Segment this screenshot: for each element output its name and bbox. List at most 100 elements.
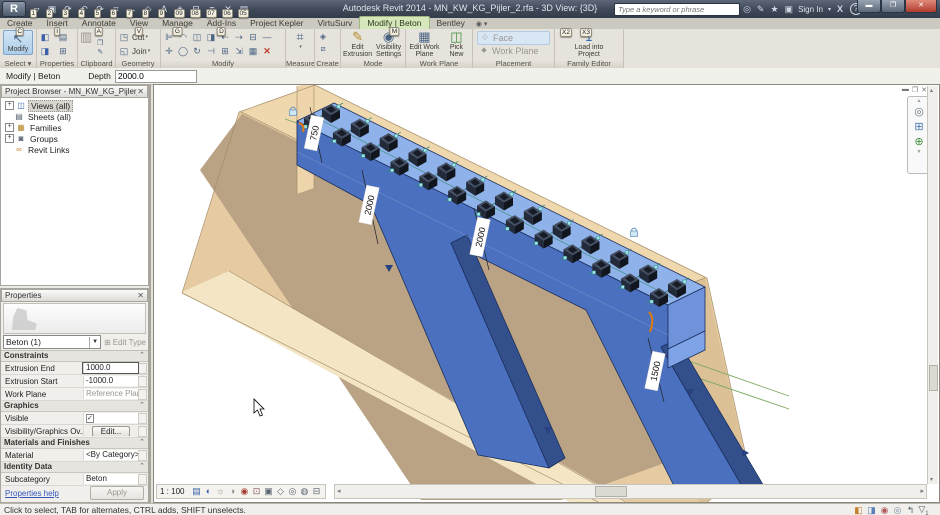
drag-handle[interactable] — [568, 222, 571, 225]
mirror-draw-icon[interactable]: ◨ — [204, 30, 218, 44]
property-group-header[interactable]: Materials and Finishes⌃ — [1, 438, 148, 449]
detail-level-icon[interactable]: ▤ — [190, 486, 202, 497]
view-scale[interactable]: 1 : 100 — [160, 487, 184, 496]
tab-project-kepler[interactable]: Project Kepler — [243, 17, 310, 29]
view-cube-icon[interactable]: ◎ — [914, 105, 924, 120]
delete-icon[interactable]: ✕ — [260, 44, 274, 58]
drag-handle[interactable] — [419, 183, 422, 186]
properties-palette-icon[interactable]: ◧ — [38, 30, 52, 44]
mirror-axis-icon[interactable]: ◫ — [190, 30, 204, 44]
show-crop-icon[interactable]: ▣ — [262, 486, 274, 497]
text-icon[interactable]: A9 — [157, 2, 172, 16]
associate-parameter-button[interactable] — [138, 363, 147, 374]
section-icon[interactable]: ⊟08 — [189, 2, 204, 16]
unpin-icon[interactable]: — — [260, 30, 274, 44]
drag-handle[interactable] — [625, 251, 628, 254]
navbar-more-icon[interactable]: ▼ — [917, 150, 922, 156]
reveal-hidden-icon[interactable]: ◍ — [298, 486, 310, 497]
depth-input[interactable] — [115, 70, 197, 83]
drag-handle[interactable] — [481, 178, 484, 181]
scrollbar-thumb[interactable] — [929, 365, 938, 391]
move-icon[interactable]: ✛ — [162, 44, 176, 58]
measure-icon[interactable]: ⌗6 — [109, 2, 124, 16]
exchange-apps-icon[interactable]: X — [837, 4, 843, 14]
associate-parameter-button[interactable] — [138, 474, 147, 485]
design-options-icon[interactable]: ◨ — [865, 505, 878, 515]
drag-handle[interactable] — [477, 213, 480, 216]
associate-parameter-button[interactable] — [138, 450, 147, 461]
type-properties-icon[interactable]: ⊞ — [56, 44, 70, 58]
vertical-scrollbar[interactable]: ▴ ▾ — [927, 86, 938, 484]
tab-insert[interactable]: InsertI — [40, 17, 75, 29]
redo-icon[interactable]: ↷5 — [93, 2, 108, 16]
workset-icon[interactable]: ◧ — [852, 505, 865, 515]
drag-handle[interactable] — [333, 140, 336, 143]
type-selector[interactable]: Beton (1)▼ — [3, 335, 101, 349]
worksharing-icon[interactable]: ◉ — [878, 505, 891, 515]
associate-parameter-button[interactable] — [138, 413, 147, 424]
property-group-header[interactable]: Constraints⌃ — [1, 351, 148, 362]
tree-item-groups[interactable]: +◙Groups — [3, 133, 148, 144]
drag-handle[interactable] — [510, 193, 513, 196]
edit-button[interactable]: Edit... — [92, 426, 130, 436]
drag-handle[interactable] — [597, 236, 600, 239]
tab-create[interactable]: CreateC — [0, 17, 40, 29]
crop-view-icon[interactable]: ⊡ — [250, 486, 262, 497]
property-value[interactable]: <By Category> — [83, 450, 138, 460]
collapse-icon[interactable]: ⌃ — [139, 401, 145, 411]
checkbox-checked[interactable]: ✓ — [86, 414, 94, 423]
copy-modify-icon[interactable]: ◯ — [176, 44, 190, 58]
temporary-hide-icon[interactable]: ◎ — [286, 486, 298, 497]
chevron-down-icon[interactable]: ▾ — [828, 6, 831, 13]
3d-view-icon[interactable]: ◈09 — [173, 2, 188, 16]
paste-button[interactable]: ▥ Paste — [79, 30, 93, 44]
associate-parameter-button[interactable] — [138, 426, 147, 437]
drag-handle[interactable] — [395, 134, 398, 137]
scale-icon[interactable]: ⇲ — [232, 44, 246, 58]
property-value[interactable]: -1000.0 — [83, 376, 138, 386]
sun-path-icon[interactable]: ☼ — [214, 486, 226, 497]
analytical-icon[interactable]: ⊟ — [310, 486, 322, 497]
pick-new-button[interactable]: ◫ Pick New — [442, 30, 471, 58]
tree-item-sheets[interactable]: ▤Sheets (all) — [3, 111, 148, 122]
drag-handle[interactable] — [391, 169, 394, 172]
drag-handle[interactable] — [592, 271, 595, 274]
sign-in-button[interactable]: Sign In — [798, 5, 823, 14]
open-icon[interactable]: ▱1 — [29, 2, 44, 16]
apply-button[interactable]: Apply — [90, 486, 144, 500]
drag-handle[interactable] — [452, 163, 455, 166]
array-icon[interactable]: ⊞ — [218, 44, 232, 58]
comm-center-icon[interactable]: ▣ — [785, 4, 794, 15]
drag-handle[interactable] — [362, 154, 365, 157]
drag-handle[interactable] — [539, 207, 542, 210]
tab-add-ins[interactable]: Add-InsD — [200, 17, 243, 29]
zoom-region-icon[interactable]: ⊕ — [914, 135, 923, 150]
switch-windows-icon[interactable]: ▤05 — [237, 2, 252, 16]
drag-handle[interactable] — [564, 256, 567, 259]
drag-handle[interactable] — [654, 265, 657, 268]
rotate-icon[interactable]: ↻ — [190, 44, 204, 58]
expand-icon[interactable]: + — [5, 134, 14, 143]
editable-only-icon[interactable]: ◎ — [891, 505, 904, 515]
family-category-icon[interactable]: ◨ — [38, 44, 52, 58]
ribbon-display-toggle-icon[interactable]: ◉ ▾ — [476, 20, 490, 29]
properties-help-link[interactable]: Properties help — [5, 489, 59, 498]
press-drag-icon[interactable]: ↰ — [904, 505, 917, 515]
drag-handle[interactable] — [621, 285, 624, 288]
trim-icon[interactable]: ⊣ — [204, 44, 218, 58]
drag-handle[interactable] — [683, 280, 686, 283]
join-geometry-button[interactable]: ◱ Join▾ — [117, 44, 150, 58]
search-icon[interactable]: ◎ — [743, 4, 751, 15]
collapse-icon[interactable]: ⌃ — [139, 462, 145, 472]
collapse-icon[interactable]: ⌃ — [139, 351, 145, 361]
property-group-header[interactable]: Graphics⌃ — [1, 401, 148, 412]
drag-handle[interactable] — [506, 227, 509, 230]
dimension-icon[interactable]: ↔7 — [125, 2, 140, 16]
tab-annotate[interactable]: AnnotateA — [75, 17, 123, 29]
property-group-header[interactable]: Identity Data⌃ — [1, 462, 148, 473]
subscription-icon[interactable]: ✎ — [757, 4, 765, 15]
expand-icon[interactable]: + — [5, 101, 14, 110]
tab-modify-beton[interactable]: Modify | BetonM — [359, 16, 429, 29]
view-minimize-icon[interactable]: ▬ — [902, 86, 909, 94]
tab-manage[interactable]: ManageG — [155, 17, 200, 29]
